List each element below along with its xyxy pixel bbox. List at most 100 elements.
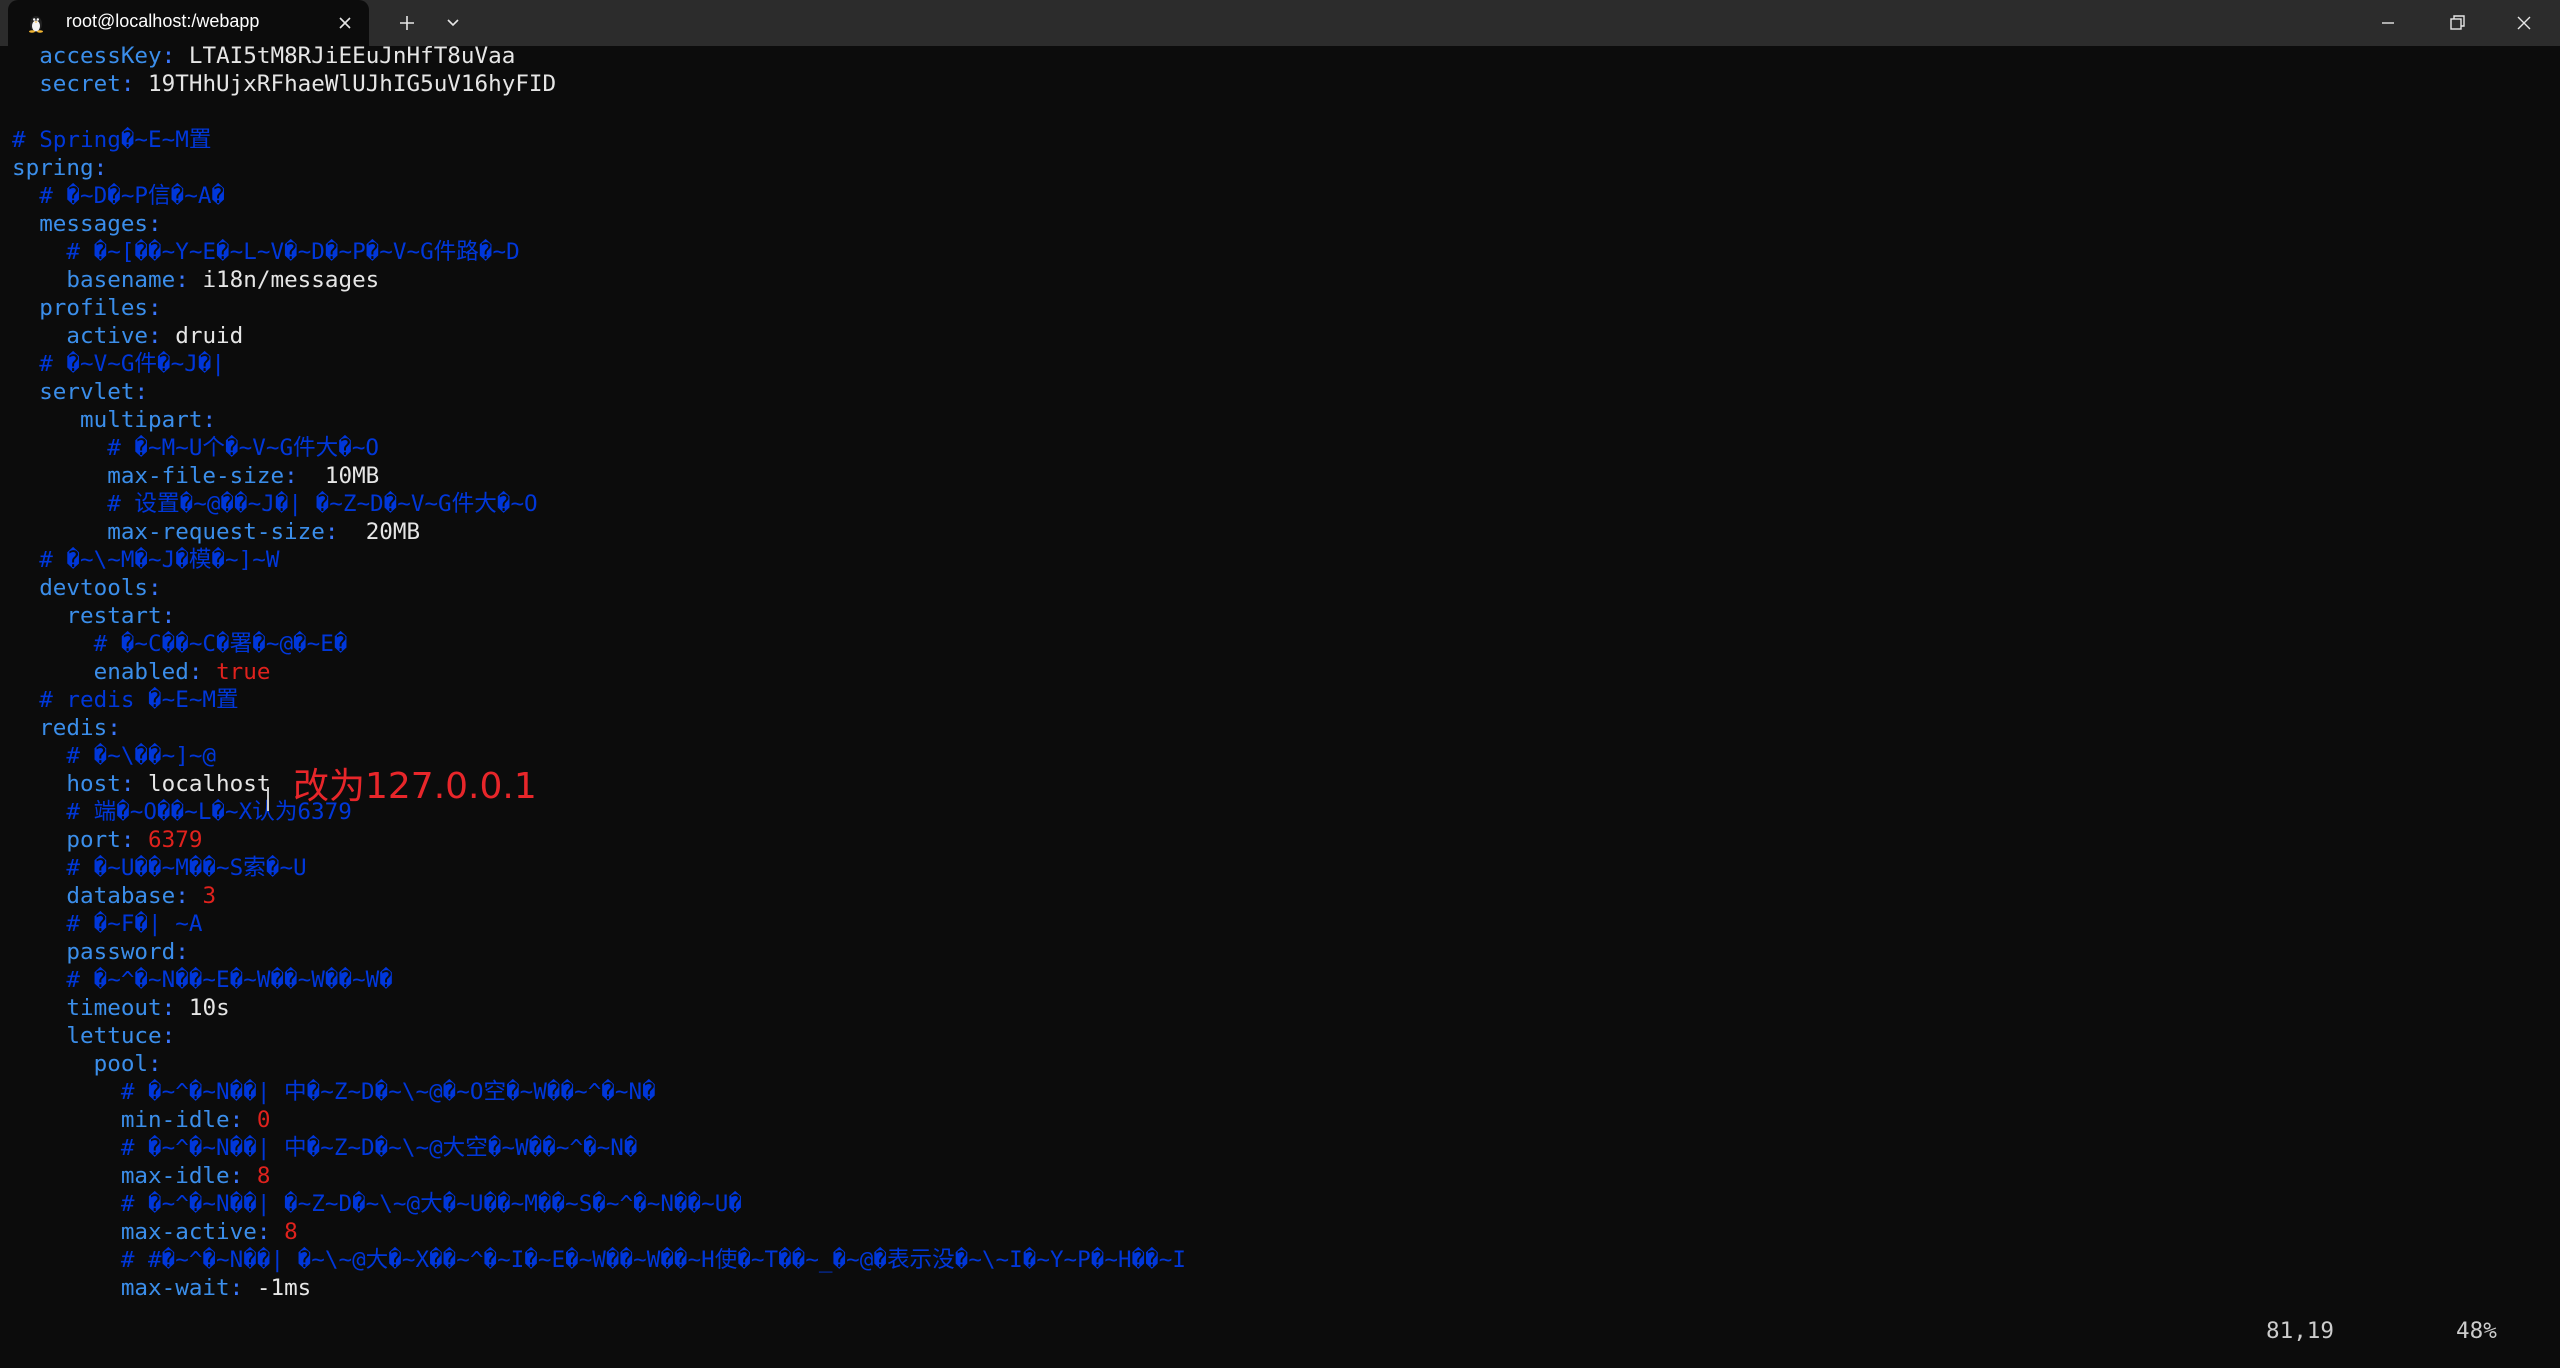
editor-line[interactable]: servlet: (12, 378, 148, 406)
terminal-tab[interactable]: root@localhost:/webapp (8, 0, 369, 46)
yaml-value: 0 (256, 1107, 271, 1133)
comment-text: # �~V~G件�~J�| (12, 351, 226, 377)
yaml-punct: : (161, 995, 189, 1021)
editor-line[interactable]: # �~\~M�~J�模�~]~W (12, 546, 279, 574)
editor-line[interactable]: secret: 19THhUjxRFhaeWlUJhIG5uV16hyFID (12, 70, 556, 98)
terminal-viewport[interactable]: accessKey: LTAI5tM8RJiEEuJnHfT8uVaa secr… (0, 43, 2560, 1368)
yaml-key: basename (12, 267, 176, 293)
editor-line[interactable]: profiles: (12, 294, 162, 322)
scroll-percent: 48% (2456, 1318, 2497, 1344)
yaml-key: spring (12, 155, 94, 181)
comment-text: # �~^�~N��| 中�~Z~D�~\~@�~O空�~W��~^�~N� (12, 1079, 656, 1105)
comment-text: # �~D�~P信�~A� (12, 183, 226, 209)
editor-line[interactable]: basename: i18n/messages (12, 266, 379, 294)
editor-line[interactable]: max-file-size: 10MB (12, 462, 379, 490)
editor-line[interactable]: accessKey: LTAI5tM8RJiEEuJnHfT8uVaa (12, 42, 515, 70)
editor-line[interactable]: messages: (12, 210, 162, 238)
yaml-punct: : (175, 883, 203, 909)
comment-text: # �~\~M�~J�模�~]~W (12, 547, 280, 573)
editor-line[interactable]: min-idle: 0 (12, 1106, 271, 1134)
editor-line[interactable]: port: 6379 (12, 826, 202, 854)
yaml-punct: : (148, 295, 162, 321)
chevron-down-icon[interactable] (438, 8, 468, 38)
editor-line[interactable]: # �~U��~M��~S索�~U (12, 854, 306, 882)
editor-line[interactable]: max-idle: 8 (12, 1162, 271, 1190)
yaml-key: secret (12, 71, 121, 97)
editor-line[interactable]: # �~\��~]~@ (12, 742, 216, 770)
yaml-key: messages (12, 211, 149, 237)
yaml-punct: : (148, 323, 176, 349)
yaml-key: max-active (12, 1219, 257, 1245)
close-tab-icon[interactable] (330, 8, 360, 38)
yaml-key: database (12, 883, 176, 909)
editor-line[interactable]: # �~^�~N��| 中�~Z~D�~\~@大空�~W��~^�~N� (12, 1134, 638, 1162)
yaml-value: -1ms (256, 1275, 312, 1301)
restore-icon[interactable] (2422, 0, 2490, 46)
yaml-key: max-idle (12, 1163, 230, 1189)
yaml-value: 10s (188, 995, 230, 1021)
editor-line[interactable]: password: (12, 938, 189, 966)
yaml-key: max-wait (12, 1275, 230, 1301)
editor-line[interactable]: # �~^�~N��| 中�~Z~D�~\~@�~O空�~W��~^�~N� (12, 1078, 656, 1106)
comment-text: # �~^�~N��| 中�~Z~D�~\~@大空�~W��~^�~N� (12, 1135, 638, 1161)
editor-line[interactable]: spring: (12, 154, 107, 182)
yaml-value: 6379 (148, 827, 203, 853)
yaml-punct: : (148, 1051, 162, 1077)
editor-line[interactable]: # �~^�~N��~E�~W��~W��~W� (12, 966, 392, 994)
yaml-key: servlet (12, 379, 135, 405)
yaml-punct: : (175, 939, 189, 965)
yaml-punct: : (120, 827, 149, 853)
close-window-icon[interactable] (2490, 0, 2558, 46)
yaml-punct: : (120, 71, 149, 97)
yaml-key: enabled (12, 659, 189, 685)
editor-line[interactable]: timeout: 10s (12, 994, 230, 1022)
yaml-key: password (12, 939, 176, 965)
editor-line[interactable]: restart: (12, 602, 175, 630)
yaml-value: 20MB (365, 519, 421, 545)
cursor-position: 81,19 (2266, 1318, 2335, 1344)
yaml-value: 8 (284, 1219, 298, 1245)
minimize-icon[interactable] (2354, 0, 2422, 46)
comment-text: # 设置�~@��~J�| �~Z~D�~V~G件大�~O (12, 491, 538, 517)
annotation-note: 改为127.0.0.1 (293, 766, 537, 807)
comment-text: # �~\��~]~@ (12, 743, 217, 769)
editor-line[interactable]: # #�~^�~N��| �~\~@大�~X��~^�~I�~E�~W��~W�… (12, 1246, 1186, 1274)
editor-line[interactable]: pool: (12, 1050, 162, 1078)
title-bar: root@localhost:/webapp (0, 0, 2560, 46)
editor-line[interactable]: database: 3 (12, 882, 216, 910)
comment-text: # �~^�~N��| �~Z~D�~\~@大�~U��~M��~S�~^�~N… (12, 1191, 742, 1217)
editor-line[interactable]: active: druid (12, 322, 243, 350)
comment-text: # �~[��~Y~E�~L~V�~D�~P�~V~G件路�~D (12, 239, 520, 265)
editor-line[interactable]: # �~D�~P信�~A� (12, 182, 225, 210)
editor-line[interactable]: multipart: (12, 406, 216, 434)
editor-line[interactable]: # Spring�~E~M置 (12, 126, 211, 154)
editor-line[interactable]: max-wait: -1ms (12, 1274, 311, 1302)
yaml-key: pool (12, 1051, 149, 1077)
yaml-value: true (216, 659, 271, 685)
editor-line[interactable]: host: localhost (12, 770, 270, 798)
yaml-punct: : (175, 267, 203, 293)
editor-line[interactable]: enabled: true (12, 658, 271, 686)
editor-line[interactable]: # �~V~G件�~J�| (12, 350, 225, 378)
editor-line[interactable]: # �~M~U个�~V~G件大�~O (12, 434, 379, 462)
yaml-punct: : (256, 1219, 285, 1245)
yaml-key: restart (12, 603, 162, 629)
editor-line[interactable]: lettuce: (12, 1022, 175, 1050)
editor-line[interactable]: max-active: 8 (12, 1218, 298, 1246)
editor-line[interactable]: devtools: (12, 574, 161, 602)
editor-line[interactable]: # �~^�~N��| �~Z~D�~\~@大�~U��~M��~S�~^�~N… (12, 1190, 742, 1218)
linux-penguin-icon (29, 16, 43, 33)
yaml-value: druid (175, 323, 244, 349)
yaml-punct: : (161, 1023, 176, 1049)
editor-line[interactable]: # �~F�| ~A (12, 910, 202, 938)
editor-line[interactable]: # redis �~E~M置 (12, 686, 238, 714)
editor-line[interactable]: # �~C��~C�署�~@�~E� (12, 630, 348, 658)
new-tab-plus-icon[interactable] (392, 8, 422, 38)
editor-line[interactable]: redis: (12, 714, 121, 742)
editor-line[interactable]: # 设置�~@��~J�| �~Z~D�~V~G件大�~O (12, 490, 538, 518)
editor-line[interactable]: max-request-size: 20MB (12, 518, 420, 546)
editor-line[interactable]: # �~[��~Y~E�~L~V�~D�~P�~V~G件路�~D (12, 238, 520, 266)
comment-text: # �~F�| ~A (12, 911, 203, 937)
yaml-punct: : (148, 211, 162, 237)
yaml-punct: : (284, 463, 325, 489)
